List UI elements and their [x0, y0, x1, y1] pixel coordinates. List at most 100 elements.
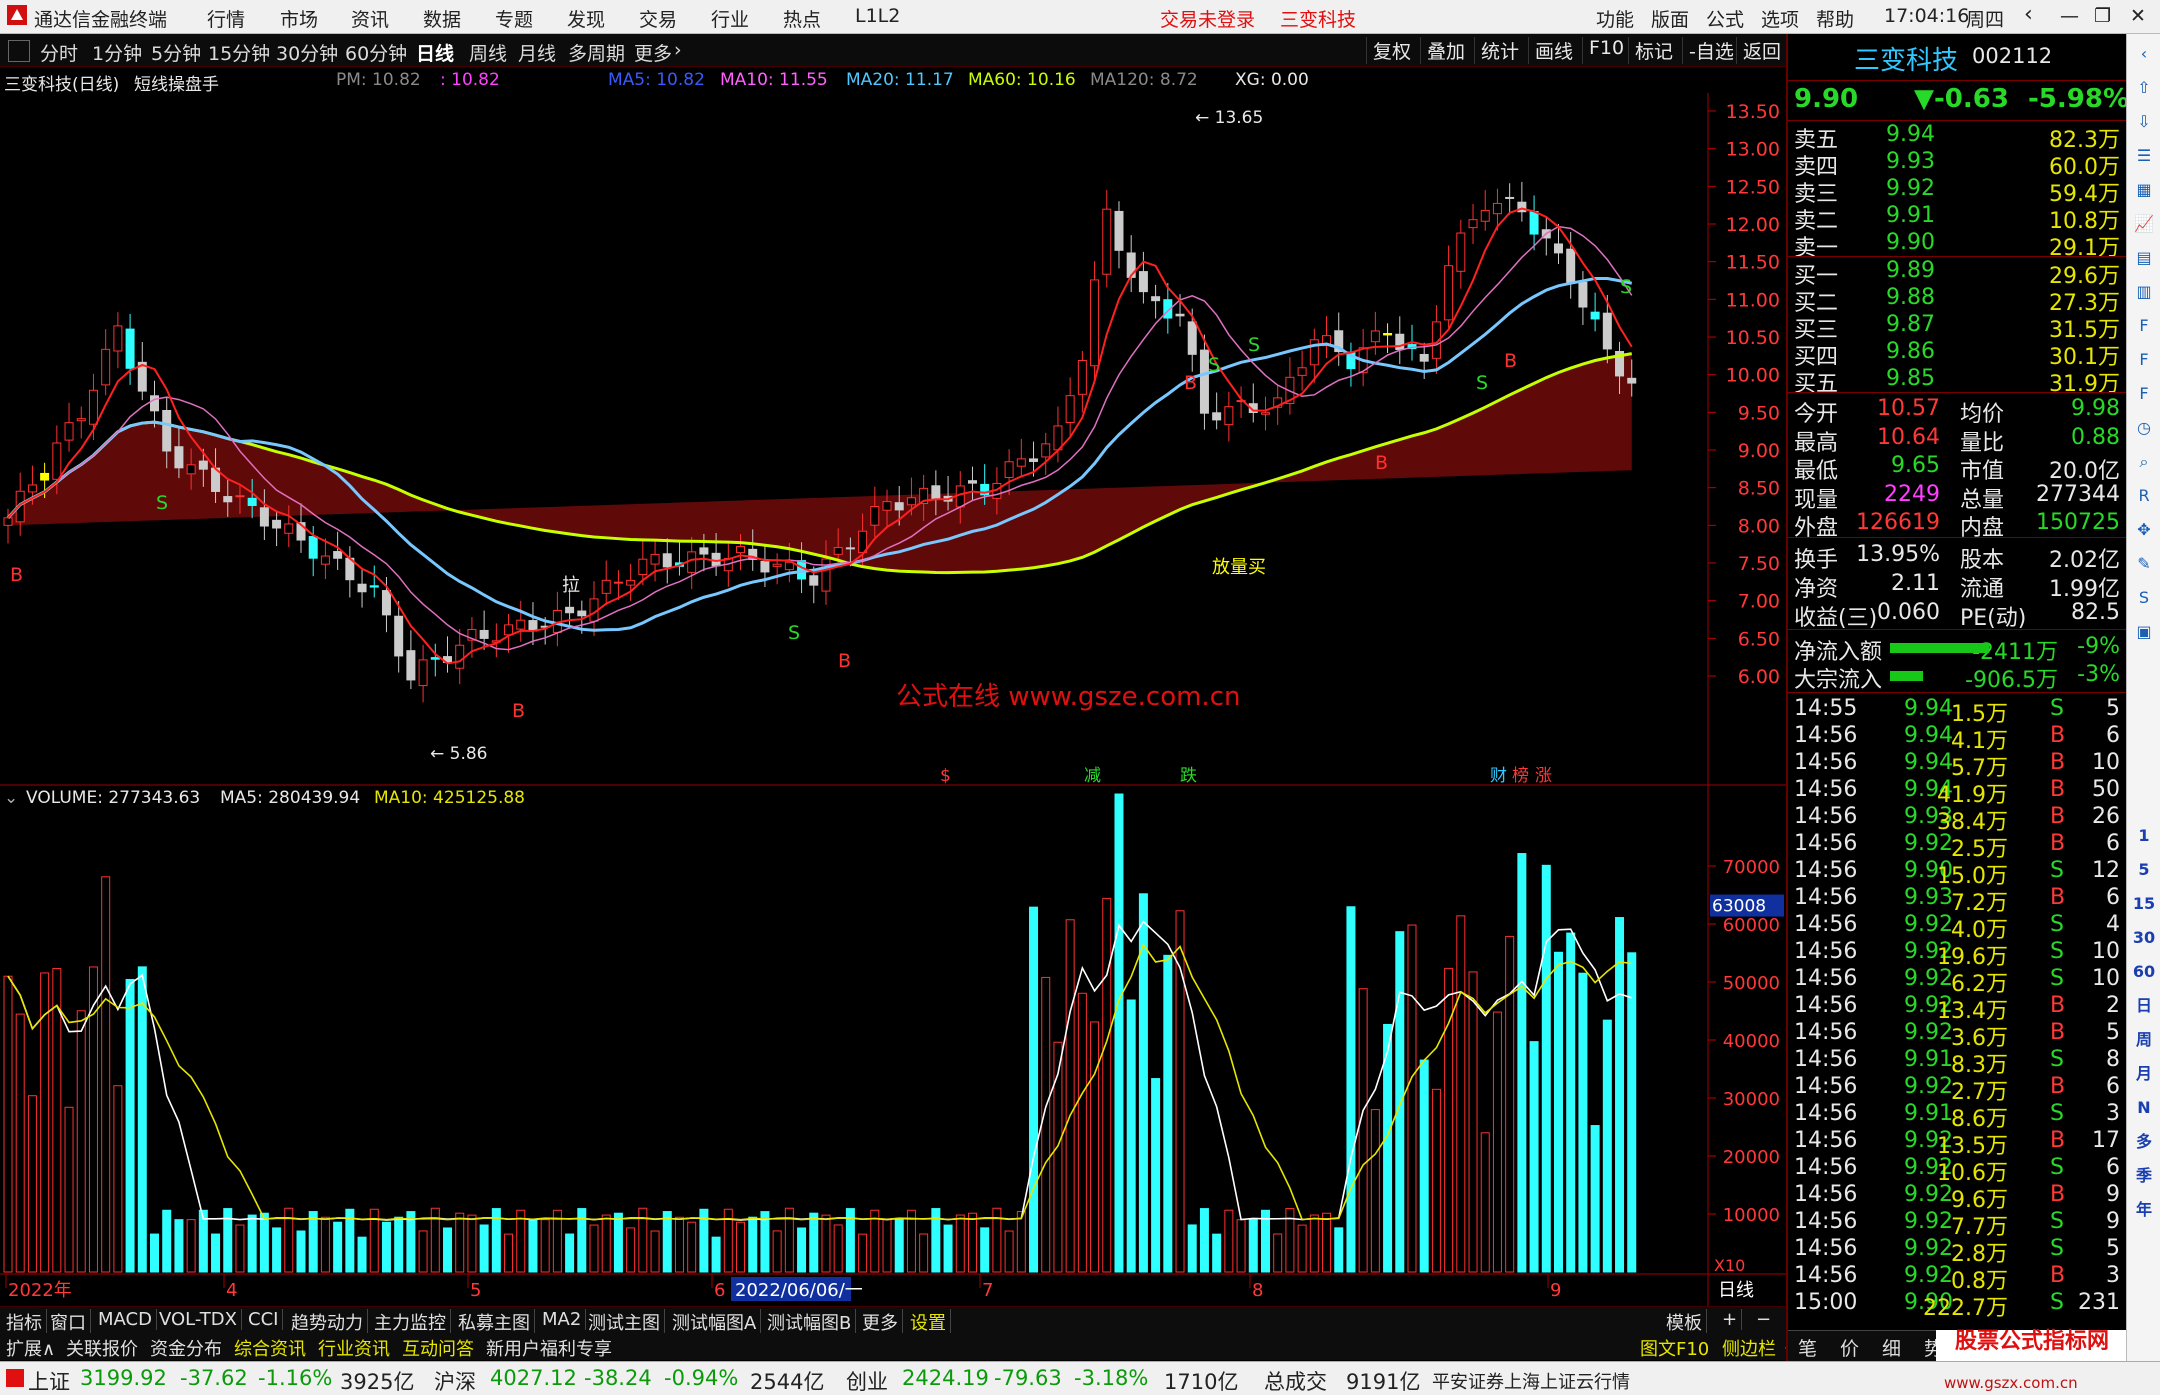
tab[interactable]: 测试幅图A: [668, 1309, 762, 1335]
menu-item[interactable]: 市场: [280, 5, 318, 32]
menu-item[interactable]: 资讯: [351, 5, 389, 32]
grid-icon[interactable]: ▦: [2132, 178, 2156, 202]
search-icon[interactable]: ⌕: [2132, 450, 2156, 474]
tf-tab-active[interactable]: 日线: [416, 39, 454, 66]
tick-row[interactable]: 14:56 9.91 8.3万 S 8: [1794, 1047, 2120, 1078]
period-tab[interactable]: N: [2132, 1096, 2156, 1120]
cy-label[interactable]: 创业: [846, 1366, 888, 1395]
tab-template[interactable]: 模板: [1662, 1309, 1707, 1335]
menu-item[interactable]: 发现: [567, 5, 605, 32]
quote-tab[interactable]: 细: [1882, 1334, 1901, 1361]
kline-icon[interactable]: 📈: [2132, 212, 2156, 236]
rsi-icon[interactable]: R: [2132, 484, 2156, 508]
period-tab[interactable]: 1: [2132, 824, 2156, 848]
minimize-icon[interactable]: —: [2060, 5, 2079, 27]
tab[interactable]: 趋势动力: [287, 1309, 368, 1335]
period-tab[interactable]: 年: [2132, 1198, 2156, 1222]
chevron-right-icon[interactable]: ›: [674, 39, 682, 61]
list-icon[interactable]: ☰: [2132, 144, 2156, 168]
period-tab[interactable]: 15: [2132, 892, 2156, 916]
bid-row[interactable]: 买四 9.86 30.1万: [1794, 339, 2120, 370]
tick-row[interactable]: 14:56 9.94 41.9万 B 50: [1794, 777, 2120, 808]
ask-row[interactable]: 卖五 9.94 82.3万: [1794, 122, 2120, 153]
add-icon[interactable]: +: [1718, 1309, 1743, 1330]
toolbar-button[interactable]: 统计: [1474, 37, 1525, 64]
layers-icon[interactable]: ▣: [2132, 620, 2156, 644]
fs-icon[interactable]: S: [2132, 586, 2156, 610]
f10-tab[interactable]: 图文F10: [1636, 1335, 1713, 1361]
toolbar-button[interactable]: F10: [1582, 37, 1630, 64]
flow-row[interactable]: 大宗流入 -906.5万 -3%: [1794, 662, 2120, 693]
toolbar-button[interactable]: 标记: [1628, 37, 1679, 64]
tick-row[interactable]: 14:55 9.94 1.5万 S 5: [1794, 696, 2120, 727]
login-status[interactable]: 交易未登录: [1160, 5, 1255, 32]
tf-tab[interactable]: 15分钟: [208, 39, 270, 66]
menu-item[interactable]: 专题: [495, 5, 533, 32]
back-icon[interactable]: ‹: [2024, 2, 2033, 27]
tick-row[interactable]: 14:56 9.92 13.4万 B 2: [1794, 993, 2120, 1024]
tab[interactable]: 私募主图: [454, 1309, 535, 1335]
stat-row[interactable]: 最高 10.64 量比 0.88: [1794, 425, 2120, 456]
period-tab[interactable]: 多: [2132, 1130, 2156, 1154]
menu-item[interactable]: L1L2: [855, 5, 900, 27]
f1-icon[interactable]: F: [2132, 348, 2156, 372]
pen-icon[interactable]: ✎: [2132, 552, 2156, 576]
collapse-icon[interactable]: ⌄: [4, 788, 18, 808]
ask-row[interactable]: 卖四 9.93 60.0万: [1794, 149, 2120, 180]
menu-item[interactable]: 版面: [1651, 5, 1689, 32]
period-tab[interactable]: 5: [2132, 858, 2156, 882]
ask-row[interactable]: 卖三 9.92 59.4万: [1794, 176, 2120, 207]
tab[interactable]: 窗口: [46, 1309, 91, 1335]
tab[interactable]: MACD: [94, 1309, 157, 1330]
remove-icon[interactable]: −: [1752, 1309, 1775, 1330]
quote-tab[interactable]: 笔: [1798, 1334, 1817, 1361]
tab[interactable]: VOL-TDX: [155, 1309, 242, 1330]
bid-row[interactable]: 买一 9.89 29.6万: [1794, 258, 2120, 289]
stat-row[interactable]: 现量 2249 总量 277344: [1794, 482, 2120, 513]
chart-icon[interactable]: ▤: [2132, 246, 2156, 270]
tab[interactable]: MA2: [538, 1309, 587, 1330]
tab[interactable]: 指标: [2, 1309, 47, 1335]
tick-row[interactable]: 14:56 9.92 6.2万 S 10: [1794, 966, 2120, 997]
hs-label[interactable]: 沪深: [434, 1366, 476, 1395]
tf-tab-more[interactable]: 更多: [634, 39, 672, 66]
menu-item[interactable]: 行业: [711, 5, 749, 32]
bottom-tab[interactable]: 扩展∧: [2, 1335, 59, 1361]
move-icon[interactable]: ✥: [2132, 518, 2156, 542]
toolbar-toggle-icon[interactable]: [8, 40, 30, 62]
tick-row[interactable]: 14:56 9.92 4.0万 S 4: [1794, 912, 2120, 943]
tick-row[interactable]: 14:56 9.92 10.6万 S 6: [1794, 1155, 2120, 1186]
toolbar-button[interactable]: 复权: [1366, 37, 1417, 64]
menu-item[interactable]: 数据: [423, 5, 461, 32]
bottom-tab[interactable]: 互动问答: [398, 1335, 478, 1361]
bottom-tab[interactable]: 综合资讯: [230, 1335, 310, 1361]
bottom-tab[interactable]: 关联报价: [62, 1335, 142, 1361]
menu-item[interactable]: 帮助: [1816, 5, 1854, 32]
ask-row[interactable]: 卖二 9.91 10.8万: [1794, 203, 2120, 234]
tick-row[interactable]: 14:56 9.91 8.6万 S 3: [1794, 1101, 2120, 1132]
toolbar-button[interactable]: 叠加: [1420, 37, 1471, 64]
tab[interactable]: 主力监控: [370, 1309, 451, 1335]
tf-tab[interactable]: 多周期: [568, 39, 625, 66]
menu-item[interactable]: 选项: [1761, 5, 1799, 32]
tf-tab[interactable]: 1分钟: [92, 39, 142, 66]
tick-row[interactable]: 14:56 9.92 2.8万 S 5: [1794, 1236, 2120, 1267]
tick-row[interactable]: 14:56 9.92 7.7万 S 9: [1794, 1209, 2120, 1240]
tick-row[interactable]: 14:56 9.92 2.5万 B 6: [1794, 831, 2120, 862]
f10-icon[interactable]: F: [2132, 314, 2156, 338]
stat-row[interactable]: 外盘 126619 内盘 150725: [1794, 510, 2120, 541]
tick-row[interactable]: 14:56 9.94 5.7万 B 10: [1794, 750, 2120, 781]
tab[interactable]: 更多: [858, 1309, 903, 1335]
stat-row[interactable]: 今开 10.57 均价 9.98: [1794, 396, 2120, 427]
menu-item[interactable]: 公式: [1706, 5, 1744, 32]
tf-tab[interactable]: 周线: [469, 39, 507, 66]
stat-row[interactable]: 收益(三) 0.060 PE(动) 82.5: [1794, 600, 2120, 631]
tick-row[interactable]: 14:56 9.92 3.6万 B 5: [1794, 1020, 2120, 1051]
stat-row[interactable]: 换手 13.95% 股本 2.02亿: [1794, 542, 2120, 573]
arrow-up-icon[interactable]: ⇧: [2132, 76, 2156, 100]
sh-label[interactable]: 上证: [28, 1366, 70, 1395]
menu-item[interactable]: 热点: [783, 5, 821, 32]
bid-row[interactable]: 买五 9.85 31.9万: [1794, 366, 2120, 397]
tf-tab[interactable]: 30分钟: [276, 39, 338, 66]
restore-icon[interactable]: ❐: [2094, 5, 2111, 27]
